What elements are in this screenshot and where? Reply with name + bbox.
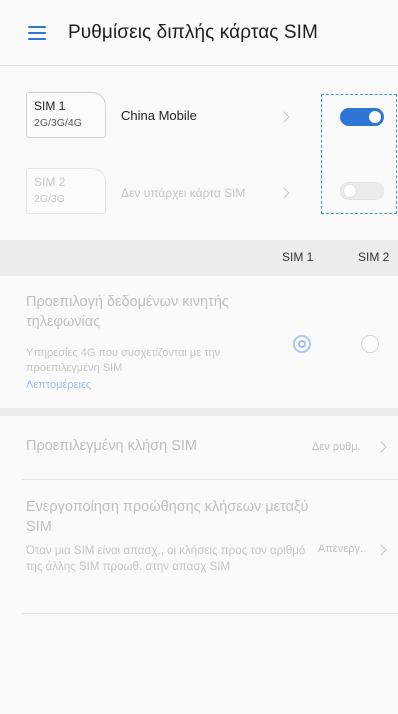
call-forwarding-chevron-right-icon — [375, 544, 387, 556]
call-forwarding-value: Απενεργ. — [318, 543, 364, 555]
toggle-focus-outline — [321, 94, 397, 214]
data-default-description: Υπηρεσίες 4G που συσχετίζονται με την πρ… — [26, 347, 221, 374]
divider — [22, 613, 398, 614]
sim1-network-type: 2G/3G/4G — [34, 117, 82, 129]
column-header-sim2: SIM 2 — [358, 250, 390, 264]
sim2-network-type: 2G/3G — [34, 193, 65, 205]
call-default-value: Δεν ρυθμ. — [312, 441, 361, 453]
divider — [22, 479, 398, 480]
column-header-sim1: SIM 1 — [282, 250, 314, 264]
page-title: Ρυθμίσεις διπλής κάρτας SIM — [68, 21, 318, 43]
app-header: Ρυθμίσεις διπλής κάρτας SIM — [0, 0, 398, 66]
sim1-chevron-right-icon — [278, 111, 290, 123]
call-forwarding-title[interactable]: Ενεργοποίηση προώθησης κλήσεων μεταξύ SI… — [26, 497, 316, 537]
sim2-chevron-right-icon — [278, 187, 290, 199]
data-default-title: Προεπιλογή δεδομένων κινητής τηλεφωνίας — [26, 294, 229, 330]
section-gap — [0, 408, 398, 416]
sim1-name: SIM 1 — [34, 99, 66, 113]
details-link[interactable]: Λεπτομέρειες — [26, 379, 91, 391]
sim1-carrier: China Mobile — [121, 108, 197, 123]
menu-icon[interactable] — [28, 25, 46, 40]
call-forwarding-description: Όταν μια SIM είναι απασχ., οι κλήσεις πρ… — [26, 545, 306, 573]
sim1-card-icon: SIM 1 2G/3G/4G — [26, 92, 106, 138]
call-default-title[interactable]: Προεπιλεγμένη κλήση SIM — [26, 436, 197, 456]
sim2-carrier: Δεν υπάρχει κάρτα SIM — [121, 186, 246, 200]
call-default-chevron-right-icon — [375, 441, 387, 453]
sim2-name: SIM 2 — [34, 175, 66, 189]
data-default-sim2-radio[interactable] — [361, 335, 379, 353]
sim2-card-icon: SIM 2 2G/3G — [26, 168, 106, 214]
data-default-sim1-radio[interactable] — [293, 335, 311, 353]
sim-column-header-band — [0, 240, 398, 276]
